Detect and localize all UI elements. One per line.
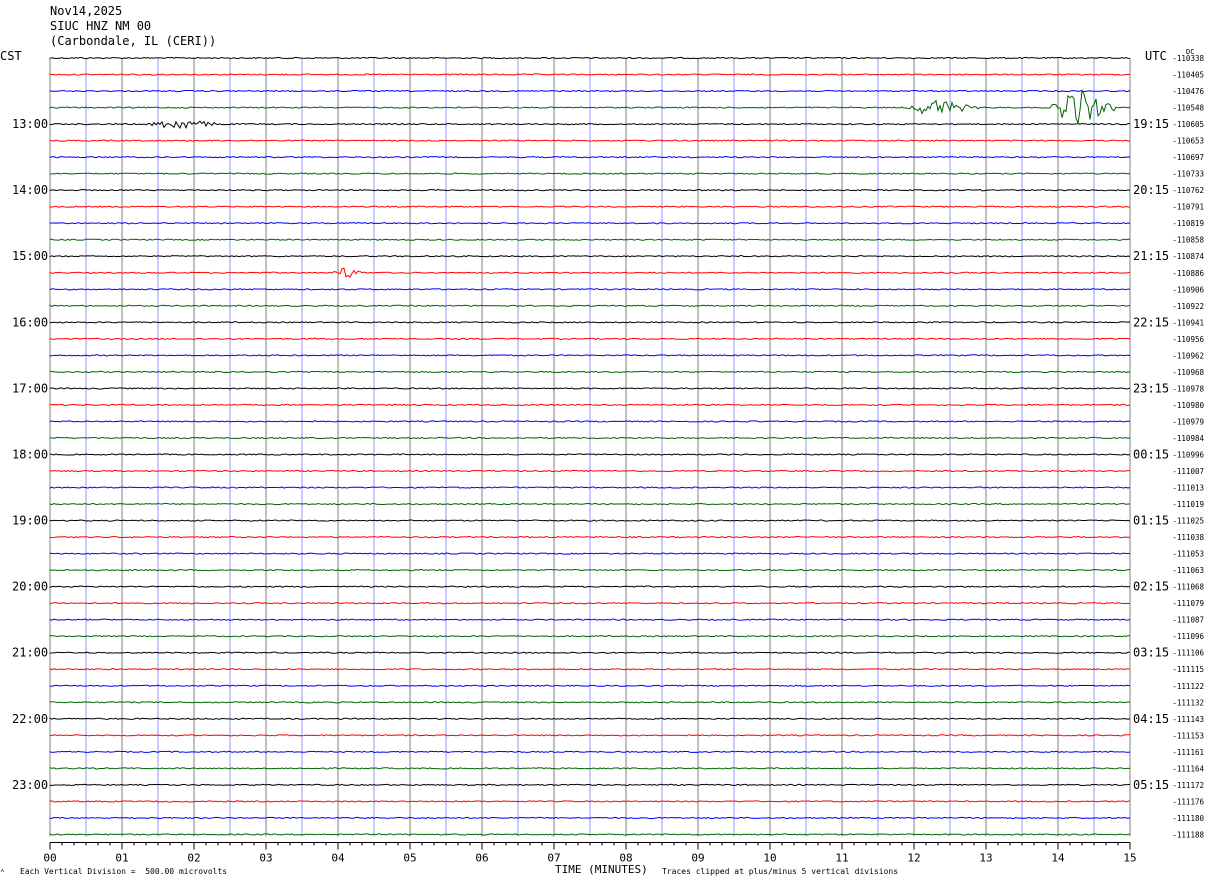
dc-offset-value: -111007 <box>1172 467 1204 476</box>
left-hour-label: 18:00 <box>12 447 48 461</box>
right-hour-label: 05:15 <box>1133 778 1169 792</box>
trace-line <box>49 585 1131 588</box>
dc-offset-value: -110405 <box>1172 71 1204 80</box>
dc-offset-value: -110653 <box>1172 137 1204 146</box>
dc-offset-value: -111096 <box>1172 632 1204 641</box>
dc-offset-value: -111180 <box>1172 814 1204 823</box>
x-tick-label: 05 <box>403 851 416 864</box>
dc-offset-value: -110996 <box>1172 450 1204 459</box>
dc-offset-value: -110906 <box>1172 285 1204 294</box>
dc-offset-value: -110819 <box>1172 219 1204 228</box>
dc-offset-value: -110980 <box>1172 401 1204 410</box>
dc-offset-value: -111161 <box>1172 748 1204 757</box>
helicorder-plot: -110338 -110405 -110476 -110548 -110605 -1106… <box>12 54 1204 864</box>
dc-offset-value: -111143 <box>1172 715 1204 724</box>
left-hour-label: 15:00 <box>12 249 48 263</box>
dc-offset-value: -111063 <box>1172 566 1204 575</box>
trace-line <box>49 552 1131 555</box>
x-tick-label: 11 <box>835 851 848 864</box>
right-hour-label: 03:15 <box>1133 646 1169 660</box>
dc-offset-value: -111013 <box>1172 484 1204 493</box>
right-hour-label: 20:15 <box>1133 183 1169 197</box>
dc-offset-value: -110858 <box>1172 236 1204 245</box>
dc-offset-value: -110962 <box>1172 351 1204 360</box>
dc-offset-value: -110968 <box>1172 368 1204 377</box>
dc-offset-value: -110886 <box>1172 269 1204 278</box>
trace-line <box>49 238 1131 241</box>
dc-offset-value: -110956 <box>1172 335 1204 344</box>
right-hour-label: 04:15 <box>1133 712 1169 726</box>
trace-line <box>49 601 1131 605</box>
dc-offset-value: -110733 <box>1172 170 1204 179</box>
left-hour-label: 17:00 <box>12 381 48 395</box>
dc-offset-value: -110762 <box>1172 186 1204 195</box>
dc-offset-value: -111068 <box>1172 583 1204 592</box>
left-hour-label: 13:00 <box>12 117 48 131</box>
left-hour-label: 20:00 <box>12 580 48 594</box>
right-hour-label: 22:15 <box>1133 315 1169 329</box>
dc-offset-value: -110338 <box>1172 54 1204 63</box>
x-tick-label: 02 <box>187 851 200 864</box>
right-hour-label: 23:15 <box>1133 381 1169 395</box>
left-hour-label: 19:00 <box>12 514 48 528</box>
dc-offset-value: -110791 <box>1172 203 1204 212</box>
dc-offset-value: -111053 <box>1172 550 1204 559</box>
dc-offset-value: -111188 <box>1172 830 1204 839</box>
dc-offset-value: -111115 <box>1172 665 1204 674</box>
x-tick-label: 06 <box>475 851 488 864</box>
dc-offset-value: -110984 <box>1172 434 1204 443</box>
scale-note: Each Vertical Division = 500.00 microvol… <box>20 867 228 876</box>
x-tick-label: 15 <box>1123 851 1136 864</box>
x-axis-title: TIME (MINUTES) <box>555 863 648 876</box>
dc-offset-value: -110978 <box>1172 384 1204 393</box>
right-hour-label: 01:15 <box>1133 514 1169 528</box>
x-tick-label: 01 <box>115 851 128 864</box>
x-tick-label: 14 <box>1051 851 1065 864</box>
left-hour-label: 23:00 <box>12 778 48 792</box>
x-tick-label: 00 <box>43 851 56 864</box>
corner-mark-icon: ⌃ <box>0 868 5 877</box>
right-hour-label: 21:15 <box>1133 249 1169 263</box>
dc-offset-value: -110941 <box>1172 318 1204 327</box>
dc-offset-value: -111106 <box>1172 649 1204 658</box>
dc-offset-value: -110476 <box>1172 87 1204 96</box>
dc-offset-value: -111087 <box>1172 616 1204 625</box>
dc-offset-value: -111122 <box>1172 682 1204 691</box>
x-tick-label: 04 <box>331 851 345 864</box>
dc-offset-value: -111176 <box>1172 797 1204 806</box>
x-tick-label: 10 <box>763 851 776 864</box>
left-hour-label: 21:00 <box>12 646 48 660</box>
dc-offset-value: -111025 <box>1172 517 1204 526</box>
dc-offset-value: -110874 <box>1172 252 1204 261</box>
dc-offset-value: -110548 <box>1172 104 1204 113</box>
x-tick-label: 03 <box>259 851 272 864</box>
dc-offset-value: -111019 <box>1172 500 1204 509</box>
right-hour-label: 19:15 <box>1133 117 1169 131</box>
trace-line <box>49 321 1131 324</box>
clip-note: Traces clipped at plus/minus 5 vertical … <box>662 867 899 876</box>
right-hour-label: 02:15 <box>1133 580 1169 594</box>
dc-offset-value: -111164 <box>1172 764 1204 773</box>
trace-line <box>49 56 1131 60</box>
dc-offset-value: -110605 <box>1172 120 1204 129</box>
dc-offset-value: -111172 <box>1172 781 1204 790</box>
left-hour-label: 22:00 <box>12 712 48 726</box>
left-hour-label: 14:00 <box>12 183 48 197</box>
dc-offset-value: -110979 <box>1172 417 1204 426</box>
dc-offset-value: -110697 <box>1172 153 1204 162</box>
dc-offset-value: -111038 <box>1172 533 1204 542</box>
dc-offset-value: -110922 <box>1172 302 1204 311</box>
dc-offset-value: -111079 <box>1172 599 1204 608</box>
right-hour-label: 00:15 <box>1133 447 1169 461</box>
left-hour-label: 16:00 <box>12 315 48 329</box>
x-tick-label: 13 <box>979 851 992 864</box>
x-tick-label: 12 <box>907 851 920 864</box>
trace-line <box>49 535 1131 539</box>
dc-offset-value: -111153 <box>1172 731 1204 740</box>
x-tick-label: 09 <box>691 851 704 864</box>
dc-offset-value: -111132 <box>1172 698 1204 707</box>
